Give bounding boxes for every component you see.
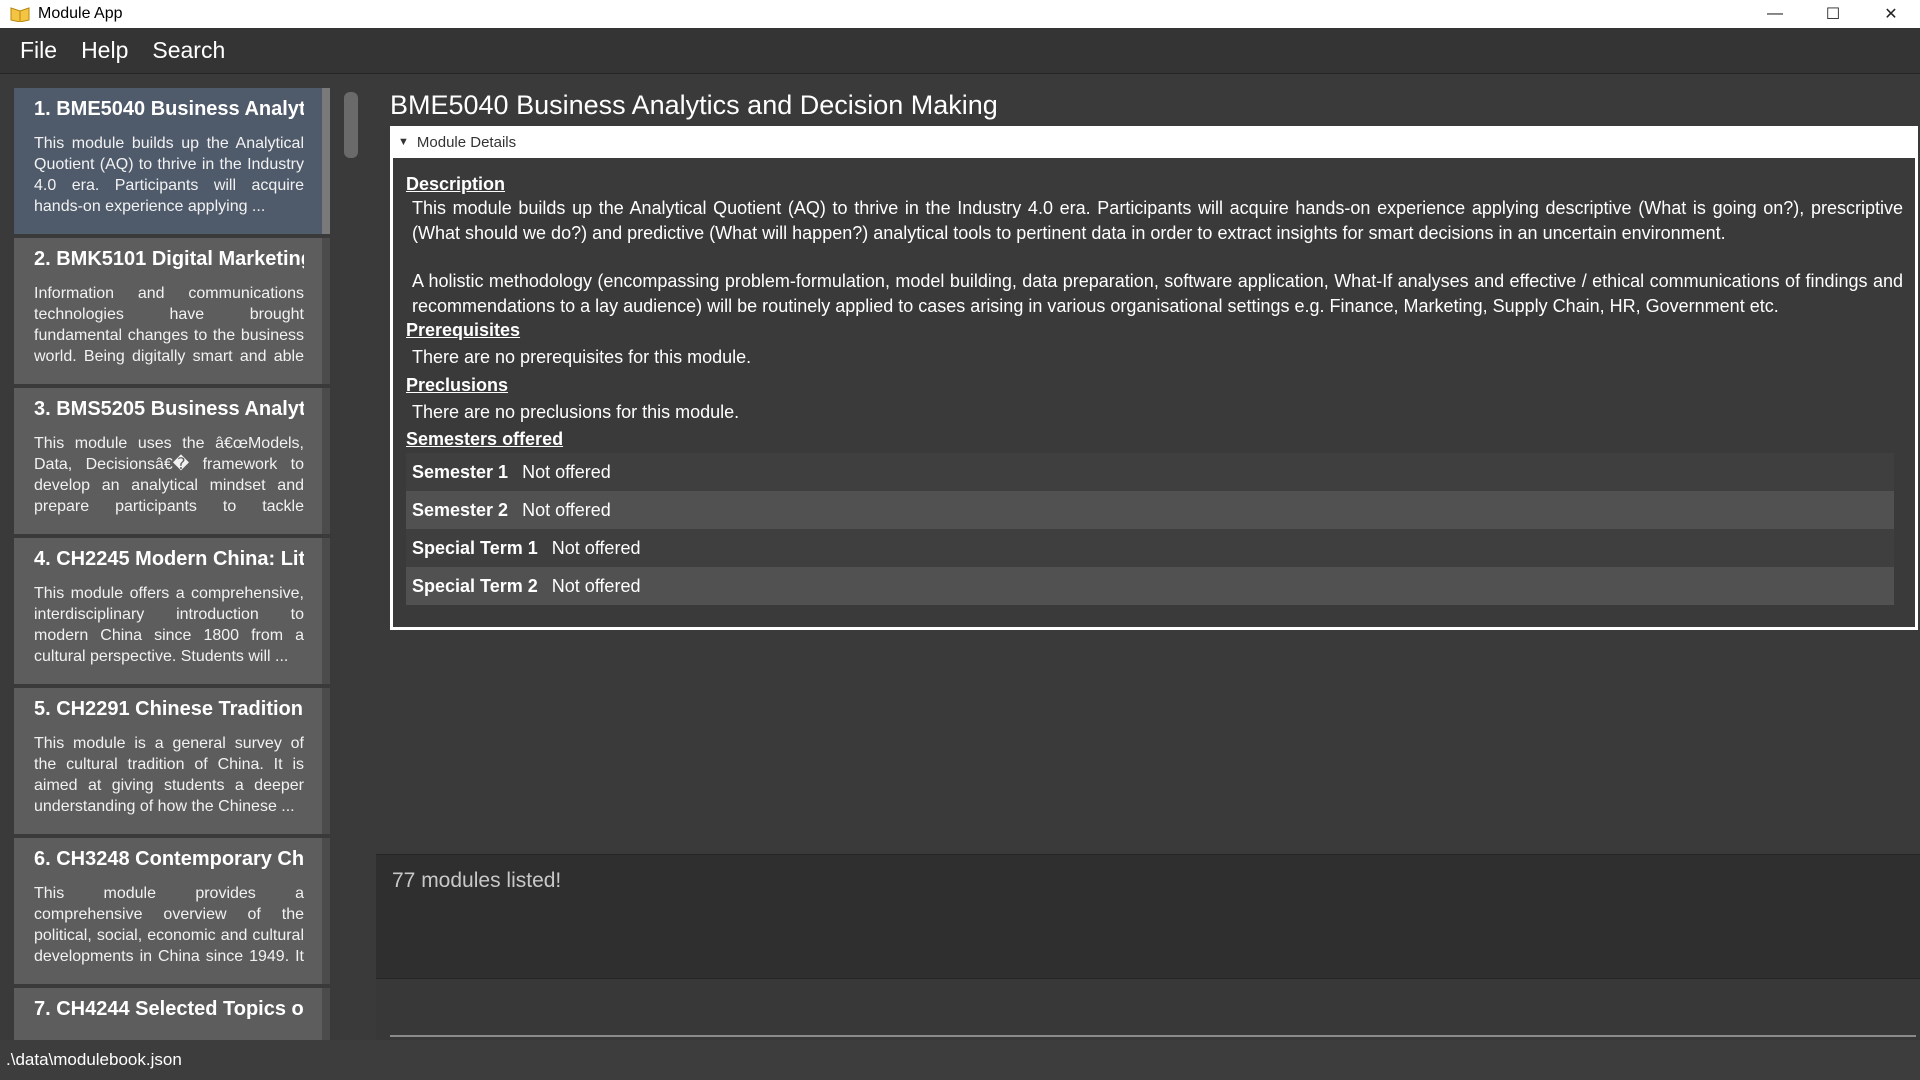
semester-value: Not offered bbox=[551, 575, 641, 596]
list-scrollbar[interactable] bbox=[344, 92, 358, 1037]
semester-label: Special Term 1 bbox=[412, 537, 538, 558]
module-details-toggle[interactable]: ▼ Module Details bbox=[390, 126, 1918, 158]
module-list-item-title: 6. CH3248 Contemporary Chi... bbox=[34, 848, 304, 870]
module-list-item-desc: This module builds up the Analytical Quo… bbox=[34, 135, 304, 215]
semester-row: Semester 1 Not offered bbox=[406, 453, 1894, 491]
module-list-item-desc: This module is a general survey of the c… bbox=[34, 735, 304, 815]
module-list-item[interactable]: 7. CH4244 Selected Topics o... bbox=[14, 988, 330, 1040]
result-display: 77 modules listed! bbox=[376, 854, 1920, 978]
semesters-heading: Semesters offered bbox=[406, 429, 564, 449]
module-title: BME5040 Business Analytics and Decision … bbox=[390, 90, 998, 120]
prerequisites-text: There are no prerequisites for this modu… bbox=[412, 347, 752, 367]
module-list-item-title: 7. CH4244 Selected Topics o... bbox=[34, 998, 304, 1020]
module-list-item-desc: Information and communications technolog… bbox=[34, 285, 304, 365]
semester-value: Not offered bbox=[551, 537, 641, 558]
window-title: Module App bbox=[38, 5, 123, 22]
maximize-button[interactable]: ☐ bbox=[1804, 0, 1862, 28]
save-location-path: .\data\modulebook.json bbox=[6, 1050, 182, 1069]
module-list-item[interactable]: 5. CH2291 Chinese Tradition (... This mo… bbox=[14, 688, 330, 834]
command-box[interactable] bbox=[376, 978, 1920, 1040]
module-list-panel: 1. BME5040 Business Analyti... This modu… bbox=[0, 74, 376, 1040]
menu-bar: File Help Search bbox=[0, 28, 1920, 74]
module-list-item[interactable]: 2. BMK5101 Digital Marketing Information… bbox=[14, 238, 330, 384]
module-details-content: Description This module builds up the An… bbox=[390, 158, 1918, 630]
module-detail-panel: BME5040 Business Analytics and Decision … bbox=[376, 74, 1920, 854]
module-list-item-title: 2. BMK5101 Digital Marketing bbox=[34, 248, 304, 270]
minimize-button[interactable]: — bbox=[1746, 0, 1804, 28]
semester-row: Special Term 1 Not offered bbox=[406, 529, 1894, 567]
semester-row: Special Term 2 Not offered bbox=[406, 567, 1894, 605]
description-paragraph: This module builds up the Analytical Quo… bbox=[412, 198, 1903, 243]
module-list-item-desc bbox=[34, 1033, 304, 1040]
module-list-item[interactable]: 6. CH3248 Contemporary Chi... This modul… bbox=[14, 838, 330, 984]
module-list-item-title: 1. BME5040 Business Analyti... bbox=[34, 98, 304, 120]
module-list-item-desc: This module uses the â€œModels, Data, De… bbox=[34, 435, 304, 515]
preclusions-heading: Preclusions bbox=[406, 374, 509, 395]
close-button[interactable]: ✕ bbox=[1862, 0, 1920, 28]
menu-file[interactable]: File bbox=[8, 37, 69, 64]
collapse-arrow-icon[interactable]: ▼ bbox=[398, 136, 409, 148]
module-list-item[interactable]: 3. BMS5205 Business Analytics This modul… bbox=[14, 388, 330, 534]
module-list-item-desc: This module offers a comprehensive, inte… bbox=[34, 585, 304, 665]
semester-label: Semester 1 bbox=[412, 461, 509, 482]
description-heading: Description bbox=[406, 174, 506, 194]
semester-label: Semester 2 bbox=[412, 499, 509, 520]
semesters-table: Semester 1 Not offered Semester 2 Not of… bbox=[406, 453, 1894, 605]
module-list-item[interactable]: 1. BME5040 Business Analyti... This modu… bbox=[14, 88, 330, 234]
module-list-item-title: 4. CH2245 Modern China: Lit... bbox=[34, 548, 304, 570]
preclusions-text: There are no preclusions for this module… bbox=[412, 401, 740, 422]
semester-row: Semester 2 Not offered bbox=[406, 491, 1894, 529]
app-book-icon bbox=[10, 6, 30, 22]
module-list-item-title: 3. BMS5205 Business Analytics bbox=[34, 398, 304, 420]
semester-value: Not offered bbox=[522, 461, 611, 482]
module-list[interactable]: 1. BME5040 Business Analyti... This modu… bbox=[14, 88, 340, 1040]
status-bar: .\data\modulebook.json bbox=[0, 1040, 1920, 1080]
module-list-item-desc: This module provides a comprehensive ove… bbox=[34, 885, 304, 965]
module-details-label: Module Details bbox=[416, 133, 517, 151]
list-scrollbar-thumb[interactable] bbox=[344, 92, 358, 158]
menu-search[interactable]: Search bbox=[140, 37, 237, 64]
menu-help[interactable]: Help bbox=[69, 37, 140, 64]
semester-value: Not offered bbox=[522, 499, 611, 520]
module-list-item-title: 5. CH2291 Chinese Tradition (... bbox=[34, 698, 304, 720]
semester-label: Special Term 2 bbox=[412, 575, 538, 596]
command-input[interactable] bbox=[390, 1035, 1916, 1037]
result-message: 77 modules listed! bbox=[392, 869, 562, 892]
description-paragraph: A holistic methodology (encompassing pro… bbox=[412, 271, 1903, 316]
module-list-item[interactable]: 4. CH2245 Modern China: Lit... This modu… bbox=[14, 538, 330, 684]
title-bar: Module App — ☐ ✕ bbox=[0, 0, 1920, 28]
prerequisites-heading: Prerequisites bbox=[406, 320, 521, 340]
